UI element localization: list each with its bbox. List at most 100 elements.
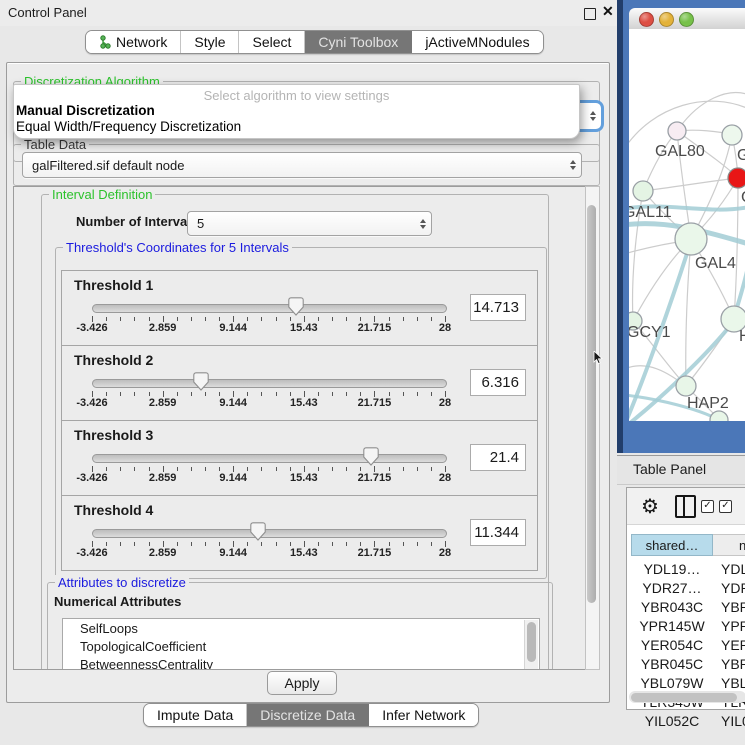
table-scrollbar-thumb[interactable] xyxy=(631,693,737,702)
tab-discretize-data[interactable]: Discretize Data xyxy=(247,704,369,726)
network-node-gal4[interactable] xyxy=(675,223,707,255)
threshold-slider-track[interactable] xyxy=(92,454,447,463)
column-header-name[interactable]: n xyxy=(713,534,745,556)
table-row[interactable]: YBR043CYBR0 xyxy=(631,597,745,616)
tab-infer-network[interactable]: Infer Network xyxy=(369,704,478,726)
threshold-4-panel: Threshold 4-3.4262.8599.14415.4321.71528… xyxy=(61,495,538,571)
panel-title: Control Panel xyxy=(8,5,87,20)
dropdown-option-manual-discretization[interactable]: Manual Discretization xyxy=(16,103,155,118)
threshold-value-field[interactable]: 21.4 xyxy=(470,444,526,471)
network-node-label: HA xyxy=(739,328,745,345)
tab-label: Discretize Data xyxy=(260,707,355,723)
algorithm-dropdown-popup: Select algorithm to view settings Manual… xyxy=(13,84,580,139)
threshold-slider-track[interactable] xyxy=(92,529,447,538)
slider-tick-label: 9.144 xyxy=(219,397,247,409)
tab-label: jActiveMNodules xyxy=(425,34,529,50)
slider-tick-label: 21.715 xyxy=(358,322,392,334)
threshold-value-field[interactable]: 6.316 xyxy=(470,369,526,396)
attribute-item-betweennesscentrality[interactable]: BetweennessCentrality xyxy=(63,655,539,670)
threshold-slider-thumb[interactable] xyxy=(288,297,304,316)
table-row[interactable]: YER054CYER0 xyxy=(631,635,745,654)
attribute-item-topologicalcoefficient[interactable]: TopologicalCoefficient xyxy=(63,637,539,655)
slider-tick-label: 15.43 xyxy=(290,547,318,559)
network-window-titlebar[interactable] xyxy=(629,8,745,30)
close-traffic-light[interactable] xyxy=(639,12,654,27)
settings-viewport: Interval Definition Number of Intervals … xyxy=(13,186,587,670)
numerical-attributes-list[interactable]: SelfLoopsTopologicalCoefficientBetweenne… xyxy=(62,618,540,670)
cell-shared-name: YBR045C xyxy=(631,656,713,672)
cell-name: YPR1 xyxy=(713,618,745,634)
table-toolbar: ⚙ ✓ ✓ xyxy=(627,488,745,525)
apply-button[interactable]: Apply xyxy=(267,671,337,695)
table-data-combobox[interactable]: galFiltered.sif default node xyxy=(22,152,582,178)
checkbox-icon[interactable]: ✓ xyxy=(701,500,714,513)
numerical-attributes-label: Numerical Attributes xyxy=(54,594,181,609)
settings-scrollbar[interactable] xyxy=(585,186,600,670)
network-view-canvas[interactable]: GAL80GACGAL11GAL4GCY1HAHAP2 xyxy=(629,29,745,421)
attribute-item-selfloops[interactable]: SelfLoops xyxy=(63,619,539,637)
number-of-intervals-combobox[interactable]: 5 xyxy=(187,211,432,236)
attributes-group-title: Attributes to discretize xyxy=(55,575,189,590)
tab-jactivemnodules[interactable]: jActiveMNodules xyxy=(412,31,542,53)
column-header-shared[interactable]: shared… xyxy=(631,534,713,556)
zoom-traffic-light[interactable] xyxy=(679,12,694,27)
checkbox-icon[interactable]: ✓ xyxy=(719,500,732,513)
table-row[interactable]: YPR145WYPR1 xyxy=(631,616,745,635)
slider-tick-label: 15.43 xyxy=(290,397,318,409)
cell-name: YDL1 xyxy=(713,561,745,577)
network-node-c[interactable] xyxy=(728,168,745,188)
slider-tick-label: 21.715 xyxy=(358,397,392,409)
number-of-intervals-value: 5 xyxy=(188,216,415,231)
network-node-gal11[interactable] xyxy=(633,181,653,201)
threshold-label: Threshold 4 xyxy=(74,502,153,518)
control-panel-titlebar xyxy=(0,0,617,26)
float-window-icon[interactable] xyxy=(584,8,596,20)
threshold-slider-thumb[interactable] xyxy=(193,372,209,391)
threshold-slider-thumb[interactable] xyxy=(363,447,379,466)
threshold-1-panel: Threshold 1-3.4262.8599.14415.4321.71528… xyxy=(61,270,538,346)
network-node-ga[interactable] xyxy=(722,125,742,145)
threshold-slider-track[interactable] xyxy=(92,304,447,313)
attributes-scrollbar[interactable] xyxy=(524,620,538,670)
cell-name: YBL0 xyxy=(713,675,745,691)
table-header-row: shared… n xyxy=(631,534,745,556)
table-row[interactable]: YIL052CYIL0 xyxy=(631,711,745,730)
slider-tick-label: 2.859 xyxy=(149,322,177,334)
threshold-label: Threshold 1 xyxy=(74,277,153,293)
tab-select[interactable]: Select xyxy=(239,31,305,53)
slider-tick-label: 28 xyxy=(439,547,451,559)
network-node-label: GCY1 xyxy=(629,324,671,341)
table-row[interactable]: YBL079WYBL0 xyxy=(631,673,745,692)
close-icon[interactable]: ✕ xyxy=(602,3,614,20)
network-node-gal80[interactable] xyxy=(668,122,686,140)
slider-tick-label: 2.859 xyxy=(149,547,177,559)
minimize-traffic-light[interactable] xyxy=(659,12,674,27)
table-row[interactable]: YBR045CYBR0 xyxy=(631,654,745,673)
table-row[interactable]: YDL19…YDL1 xyxy=(631,559,745,578)
slider-tick-label: -3.426 xyxy=(76,322,107,334)
threshold-value-field[interactable]: 11.344 xyxy=(470,519,526,546)
slider-tick-label: -3.426 xyxy=(76,472,107,484)
gear-icon[interactable]: ⚙ xyxy=(641,494,659,519)
settings-scrollbar-thumb[interactable] xyxy=(587,205,596,603)
cell-shared-name: YER054C xyxy=(631,637,713,653)
threshold-value-field[interactable]: 14.713 xyxy=(470,294,526,321)
mouse-cursor xyxy=(593,351,604,365)
slider-tick-label: 21.715 xyxy=(358,472,392,484)
table-row[interactable]: YDR27…YDR2 xyxy=(631,578,745,597)
tab-impute-data[interactable]: Impute Data xyxy=(144,704,247,726)
tab-network[interactable]: Network xyxy=(86,31,181,53)
tab-label: Select xyxy=(252,34,291,50)
tab-style[interactable]: Style xyxy=(181,31,239,53)
cell-name: YIL0 xyxy=(713,713,745,729)
split-columns-icon[interactable] xyxy=(675,495,696,518)
dropdown-option-equal-width[interactable]: Equal Width/Frequency Discretization xyxy=(16,119,241,134)
slider-tick-label: 21.715 xyxy=(358,547,392,559)
table-horizontal-scrollbar[interactable] xyxy=(629,691,745,703)
tab-cyni-toolbox[interactable]: Cyni Toolbox xyxy=(305,31,412,53)
attributes-group: Attributes to discretize Numerical Attri… xyxy=(47,582,553,670)
combo-arrows-icon xyxy=(585,111,601,121)
threshold-slider-track[interactable] xyxy=(92,379,447,388)
threshold-slider-thumb[interactable] xyxy=(250,522,266,541)
network-node-hap2[interactable] xyxy=(676,376,696,396)
